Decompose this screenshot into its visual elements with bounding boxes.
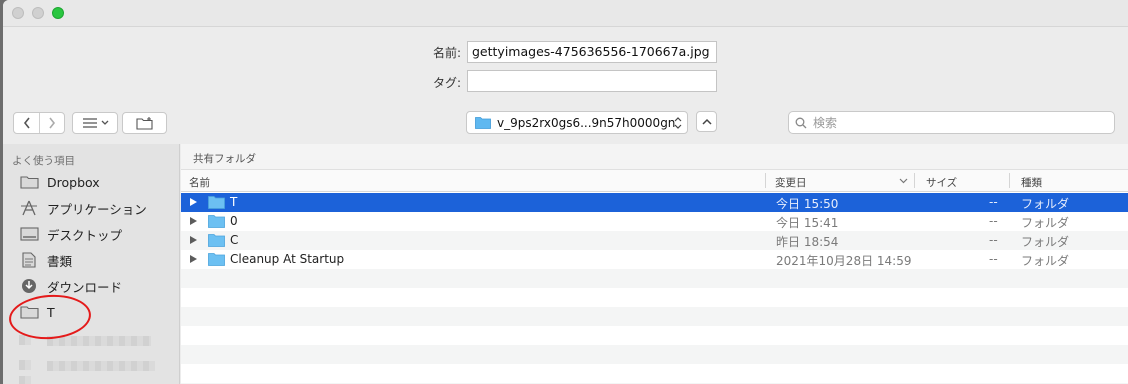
chevron-up-icon bbox=[701, 118, 712, 125]
blurred-sidebar-item bbox=[47, 336, 151, 346]
desktop-icon bbox=[19, 226, 39, 242]
file-name: 0 bbox=[230, 214, 238, 228]
save-dialog: 名前: gettyimages-475636556-170667a.jpg タグ… bbox=[3, 0, 1128, 384]
empty-row bbox=[181, 288, 1128, 307]
file-kind: フォルダ bbox=[1021, 254, 1070, 268]
file-kind: フォルダ bbox=[1021, 216, 1070, 230]
disclosure-triangle-icon[interactable] bbox=[190, 198, 197, 206]
filename-input[interactable]: gettyimages-475636556-170667a.jpg bbox=[467, 41, 717, 63]
sidebar-item-label: 書類 bbox=[47, 253, 73, 269]
sidebar-item-desktop[interactable]: デスクトップ bbox=[19, 224, 122, 244]
location-popup[interactable]: v_9ps2rx0gs6...9n57h0000gn bbox=[466, 111, 688, 134]
sort-chevron-icon bbox=[899, 178, 908, 184]
applications-icon bbox=[19, 200, 39, 216]
sidebar-item-dropbox[interactable]: Dropbox bbox=[19, 172, 100, 192]
view-options-button[interactable] bbox=[72, 112, 118, 134]
file-list: T 今日 15:50 -- フォルダ 0 今日 15:41 -- フォルダ C … bbox=[181, 193, 1128, 384]
close-window-button[interactable] bbox=[12, 7, 24, 19]
zoom-window-button[interactable] bbox=[52, 7, 64, 19]
empty-row bbox=[181, 307, 1128, 326]
search-placeholder: 検索 bbox=[813, 116, 838, 130]
sidebar-heading: よく使う項目 bbox=[12, 155, 75, 167]
chevron-left-icon bbox=[23, 117, 30, 129]
file-modified: 昨日 18:54 bbox=[776, 235, 839, 249]
back-forward-control bbox=[13, 112, 65, 134]
chevron-down-icon bbox=[101, 120, 108, 125]
file-browser: 共有フォルダ 名前 変更日 サイズ 種類 T 今日 15:50 -- フォルダ bbox=[181, 144, 1128, 384]
sidebar-item-label: アプリケーション bbox=[47, 201, 147, 217]
sidebar-item-label: ダウンロード bbox=[47, 279, 123, 295]
title-bar bbox=[3, 0, 1128, 27]
sidebar-item-label: デスクトップ bbox=[47, 227, 123, 243]
location-label: v_9ps2rx0gs6...9n57h0000gn bbox=[497, 115, 676, 130]
file-name: T bbox=[230, 195, 238, 209]
new-folder-icon bbox=[135, 116, 153, 130]
search-icon bbox=[795, 117, 807, 128]
tag-label: タグ: bbox=[432, 76, 461, 90]
empty-row bbox=[181, 269, 1128, 288]
file-modified: 2021年10月28日 14:59 bbox=[776, 254, 912, 268]
back-button[interactable] bbox=[14, 117, 39, 129]
column-size[interactable]: サイズ bbox=[926, 175, 957, 190]
list-view-icon bbox=[82, 118, 97, 128]
sidebar-item-applications[interactable]: アプリケーション bbox=[19, 198, 147, 218]
new-folder-button[interactable] bbox=[122, 112, 167, 134]
file-kind: フォルダ bbox=[1021, 235, 1070, 249]
blurred-sidebar-item bbox=[47, 361, 155, 371]
sidebar-item-documents[interactable]: 書類 bbox=[19, 250, 72, 270]
folder-icon bbox=[208, 253, 225, 266]
path-title: 共有フォルダ bbox=[181, 144, 1128, 170]
download-icon bbox=[19, 278, 39, 294]
folder-icon bbox=[208, 196, 225, 209]
chevron-right-icon bbox=[48, 117, 55, 129]
name-label: 名前: bbox=[432, 46, 461, 60]
column-name[interactable]: 名前 bbox=[189, 175, 210, 190]
file-row[interactable]: C 昨日 18:54 -- フォルダ bbox=[181, 231, 1128, 250]
tag-input[interactable] bbox=[467, 70, 717, 92]
sidebar-item-label: Dropbox bbox=[47, 174, 100, 190]
column-header: 名前 変更日 サイズ 種類 bbox=[181, 170, 1128, 192]
sidebar: よく使う項目 Dropbox アプリケーション デスクトップ 書類 ダウンロード… bbox=[3, 144, 180, 384]
file-row[interactable]: Cleanup At Startup 2021年10月28日 14:59 -- … bbox=[181, 250, 1128, 269]
disclosure-triangle-icon[interactable] bbox=[190, 217, 197, 225]
file-size: -- bbox=[989, 233, 998, 247]
file-size: -- bbox=[989, 252, 998, 266]
file-modified: 今日 15:50 bbox=[776, 197, 839, 211]
empty-row bbox=[181, 345, 1128, 364]
forward-button[interactable] bbox=[39, 117, 64, 129]
sidebar-item-downloads[interactable]: ダウンロード bbox=[19, 276, 122, 296]
column-kind[interactable]: 種類 bbox=[1021, 175, 1042, 190]
file-size: -- bbox=[989, 214, 998, 228]
file-kind: フォルダ bbox=[1021, 197, 1070, 211]
collapse-button[interactable] bbox=[696, 111, 717, 132]
minimize-window-button[interactable] bbox=[32, 7, 44, 19]
empty-row bbox=[181, 364, 1128, 383]
document-icon bbox=[19, 252, 39, 268]
blurred-sidebar-icon bbox=[19, 360, 31, 370]
disclosure-triangle-icon[interactable] bbox=[190, 236, 197, 244]
folder-icon bbox=[208, 215, 225, 228]
column-modified[interactable]: 変更日 bbox=[775, 175, 807, 190]
file-name: Cleanup At Startup bbox=[230, 252, 345, 266]
empty-row bbox=[181, 326, 1128, 345]
file-modified: 今日 15:41 bbox=[776, 216, 839, 230]
folder-icon bbox=[19, 174, 39, 190]
disclosure-triangle-icon[interactable] bbox=[190, 255, 197, 263]
blurred-sidebar-icon bbox=[19, 376, 31, 384]
folder-icon bbox=[208, 234, 225, 247]
updown-chevron-icon bbox=[674, 116, 682, 129]
file-row[interactable]: 0 今日 15:41 -- フォルダ bbox=[181, 212, 1128, 231]
folder-icon bbox=[475, 117, 491, 129]
search-field[interactable]: 検索 bbox=[788, 111, 1115, 134]
file-row[interactable]: T 今日 15:50 -- フォルダ bbox=[181, 193, 1128, 212]
file-name: C bbox=[230, 233, 239, 247]
file-size: -- bbox=[989, 195, 998, 209]
